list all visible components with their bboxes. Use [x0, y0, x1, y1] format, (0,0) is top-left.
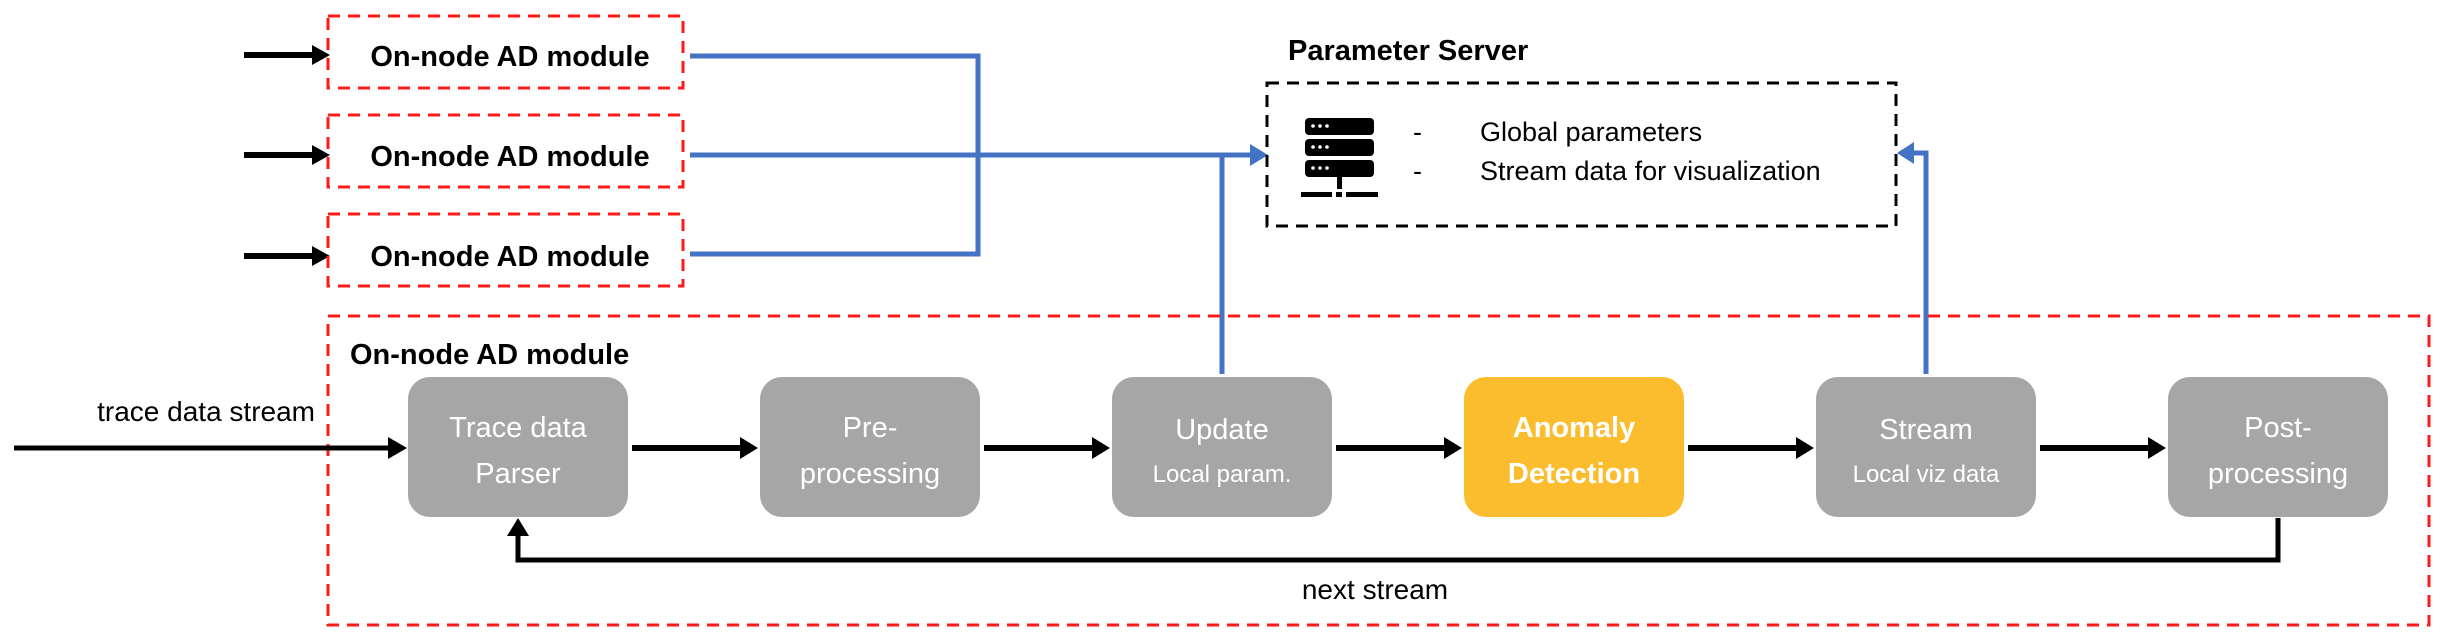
- pipeline-arrowhead: [740, 437, 758, 459]
- pipeline-step-label: processing: [2208, 458, 2348, 490]
- pipeline-step-label: Anomaly: [1513, 412, 1635, 444]
- pipeline-step-box[interactable]: [1112, 377, 1332, 517]
- pipeline-step-box[interactable]: [2168, 377, 2388, 517]
- pipeline-step-trace-parser[interactable]: Trace data Parser: [408, 377, 628, 517]
- pipeline-step-update-local-param[interactable]: Update Local param.: [1112, 377, 1332, 517]
- feedback-loop-line: [515, 518, 2281, 563]
- parameter-server-item-global-parameters: Global parameters: [1480, 117, 1702, 147]
- blue-arrowhead-to-server: [1250, 144, 1268, 166]
- pipeline-step-post-processing[interactable]: Post-processing: [2168, 377, 2388, 517]
- pipeline-arrowhead: [1092, 437, 1110, 459]
- trace-data-stream-arrowhead: [388, 437, 407, 459]
- blue-link-stream-to-server: [1910, 150, 1929, 374]
- pipeline-step-label: Stream: [1879, 414, 1972, 446]
- pipeline-step-box[interactable]: [1816, 377, 2036, 517]
- parameter-server-title: Parameter Server: [1288, 35, 1528, 67]
- pipeline-step-label: processing: [800, 458, 940, 490]
- remote-module-label: On-node AD module: [370, 41, 649, 73]
- pipeline-step-box[interactable]: [408, 377, 628, 517]
- remote-module-label: On-node AD module: [370, 241, 649, 273]
- remote-module[interactable]: On-node AD module: [244, 113, 685, 189]
- remote-module[interactable]: On-node AD module: [244, 212, 685, 288]
- remote-modules-group: On-node AD module On-node AD module On-n…: [244, 14, 685, 288]
- pipeline-step-anomaly-detection[interactable]: Anomaly Detection: [1464, 377, 1684, 517]
- main-module-title: On-node AD module: [350, 339, 629, 371]
- pipeline-step-label: Detection: [1508, 458, 1640, 490]
- remote-to-server-links: [690, 53, 1252, 257]
- server-icon: [1301, 118, 1378, 197]
- pipeline-step-label: Pre-: [843, 412, 898, 444]
- trace-data-stream-label: trace data stream: [97, 396, 315, 427]
- pipeline-arrowhead: [2148, 437, 2166, 459]
- next-stream-label: next stream: [1302, 574, 1448, 605]
- feedback-loop-arrowhead: [507, 518, 529, 536]
- blue-arrowhead-stream-to-server: [1897, 142, 1914, 164]
- parameter-server-item-stream-data: Stream data for visualization: [1480, 156, 1821, 186]
- pipeline-step-label: Parser: [475, 458, 561, 490]
- ad-architecture-diagram: On-node AD module On-node AD module On-n…: [14, 14, 2431, 627]
- pipeline-step-label: Post-: [2244, 412, 2312, 444]
- pipeline-step-label: Trace data: [449, 412, 587, 444]
- remote-module-label: On-node AD module: [370, 141, 649, 173]
- parameter-server-bullet: -: [1413, 156, 1422, 186]
- pipeline-arrowhead: [1444, 437, 1462, 459]
- pipeline-step-stream-local-viz[interactable]: Stream Local viz data: [1816, 377, 2036, 517]
- pipeline-arrowhead: [1796, 437, 1814, 459]
- pipeline-step-label: Local param.: [1153, 461, 1292, 488]
- pipeline-step-box[interactable]: [760, 377, 980, 517]
- parameter-server-bullet: -: [1413, 117, 1422, 147]
- pipeline-step-label: Local viz data: [1853, 461, 2000, 488]
- parameter-server[interactable]: Parameter Server - Global parameters - S…: [1265, 35, 1898, 228]
- pipeline-step-pre-processing[interactable]: Pre-processing: [760, 377, 980, 517]
- pipeline-step-box[interactable]: [1464, 377, 1684, 517]
- remote-module[interactable]: On-node AD module: [244, 14, 685, 90]
- pipeline-step-label: Update: [1175, 414, 1269, 446]
